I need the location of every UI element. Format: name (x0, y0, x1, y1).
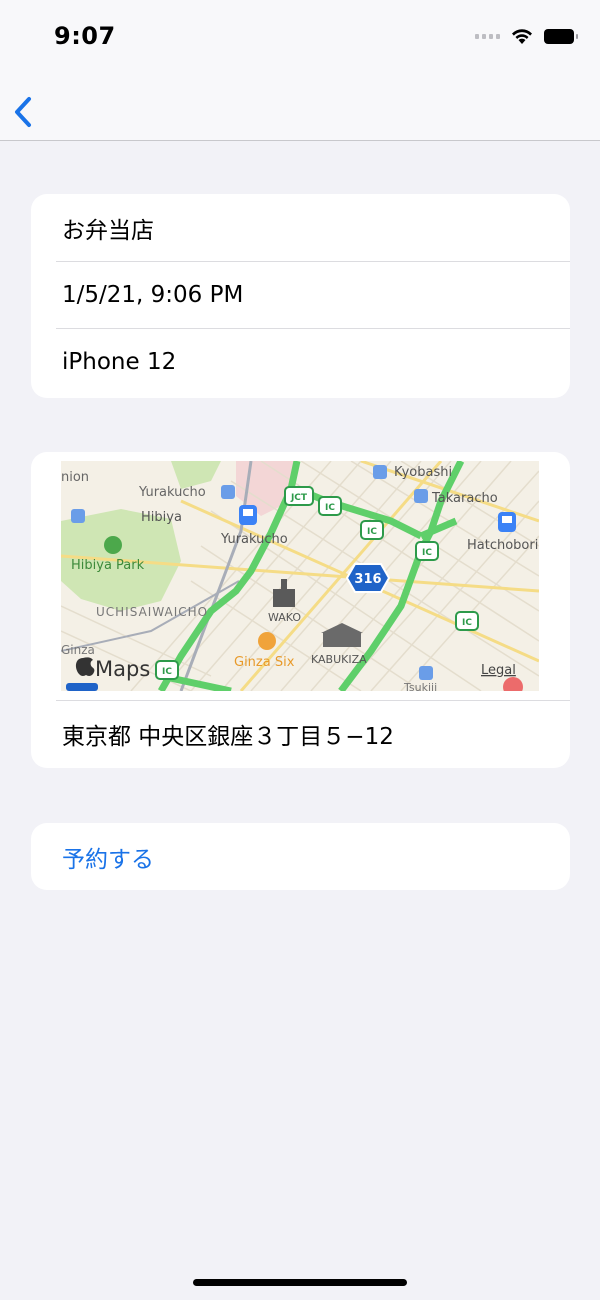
route-number: 316 (354, 572, 381, 587)
station-icon (498, 512, 516, 532)
chevron-left-icon (15, 97, 31, 127)
map-label-kyobashi: Kyobashi (394, 465, 452, 480)
status-indicators (475, 27, 578, 45)
jct-marker: JCT (284, 486, 314, 506)
svg-text:IC: IC (325, 503, 335, 513)
map-label-uchisaiwaicho: UCHISAIWAICHO (96, 605, 208, 619)
map-view[interactable]: nion Yurakucho Hibiya Hibiya Park UCHISA… (61, 461, 539, 691)
map-label-tsukiji: Tsukiji (403, 681, 437, 691)
home-indicator[interactable] (193, 1279, 407, 1286)
metro-icon (419, 666, 433, 680)
ic-marker: IC (360, 520, 384, 540)
map-label-takaracho: Takaracho (431, 491, 498, 506)
metro-icon (71, 509, 85, 523)
svg-text:JCT: JCT (290, 493, 308, 503)
shop-name-row: お弁当店 (31, 194, 570, 261)
back-button[interactable] (8, 86, 48, 134)
ic-marker: IC (155, 660, 179, 680)
cellular-signal-icon (475, 33, 500, 39)
map-card: nion Yurakucho Hibiya Hibiya Park UCHISA… (31, 452, 570, 768)
map-label-nion: nion (61, 470, 89, 485)
maps-attribution-text: Maps (95, 657, 150, 681)
route-marker (66, 683, 98, 691)
address-text: 東京都 中央区銀座３丁目５−12 (62, 724, 394, 750)
map-label-yurakucho: Yurakucho (220, 532, 288, 547)
map-label-hibiya: Hibiya (141, 510, 182, 525)
map-label-yurakucho-top: Yurakucho (138, 485, 206, 500)
station-icon (239, 505, 257, 525)
map-canvas: nion Yurakucho Hibiya Hibiya Park UCHISA… (61, 461, 539, 691)
map-label-kabukiza: KABUKIZA (311, 653, 367, 666)
ic-marker: IC (318, 496, 342, 516)
reserve-button[interactable]: 予約する (31, 823, 570, 890)
metro-icon (414, 489, 428, 503)
status-bar: 9:07 (0, 0, 600, 80)
map-label-wako: WAKO (268, 611, 301, 624)
route-shield: 316 (345, 563, 391, 593)
shopping-icon (258, 632, 276, 650)
battery-icon (544, 28, 578, 44)
legal-link[interactable]: Legal (481, 663, 516, 678)
map-label-hibiya-park: Hibiya Park (71, 558, 145, 573)
device-row: iPhone 12 (31, 328, 570, 395)
action-card: 予約する (31, 823, 570, 890)
metro-icon (373, 465, 387, 479)
map-label-ginza-six: Ginza Six (234, 655, 295, 670)
ic-marker: IC (455, 611, 479, 631)
svg-text:IC: IC (162, 667, 172, 677)
wifi-icon (512, 29, 532, 44)
svg-text:IC: IC (422, 548, 432, 558)
address-row: 東京都 中央区銀座３丁目５−12 (31, 700, 570, 768)
map-label-ginza: Ginza (61, 643, 95, 657)
reserve-label: 予約する (62, 846, 154, 873)
status-time: 9:07 (54, 22, 116, 50)
info-card: お弁当店 1/5/21, 9:06 PM iPhone 12 (31, 194, 570, 398)
svg-text:IC: IC (367, 527, 377, 537)
date-row: 1/5/21, 9:06 PM (31, 261, 570, 328)
apple-logo-icon (75, 657, 95, 676)
park-icon (104, 536, 122, 554)
shop-name: お弁当店 (62, 217, 154, 244)
map-label-hatchobori: Hatchobori (467, 538, 538, 553)
svg-text:IC: IC (462, 618, 472, 628)
metro-icon (221, 485, 235, 499)
device-text: iPhone 12 (62, 348, 177, 375)
navigation-bar (0, 80, 600, 141)
ic-marker: IC (415, 541, 439, 561)
date-text: 1/5/21, 9:06 PM (62, 281, 244, 308)
